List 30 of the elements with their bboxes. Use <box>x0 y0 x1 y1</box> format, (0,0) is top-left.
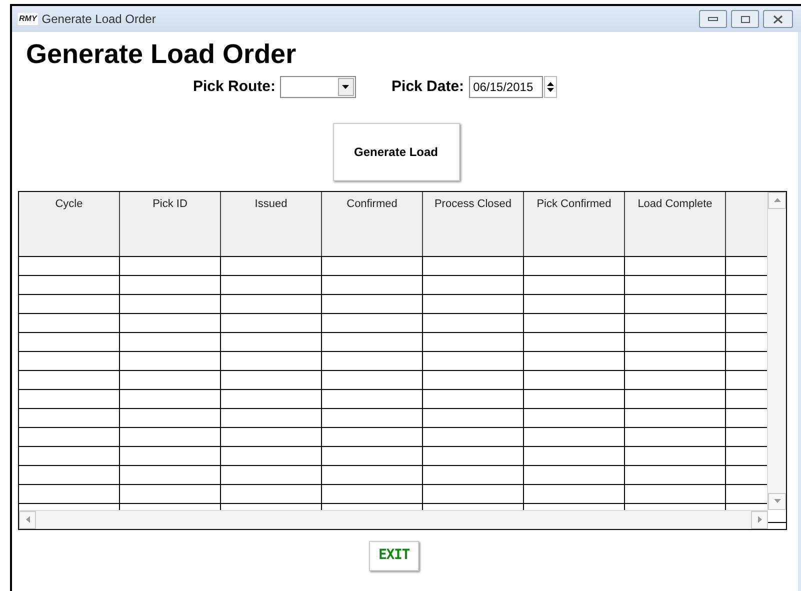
column-header[interactable]: Confirmed <box>322 192 423 256</box>
vertical-scrollbar[interactable] <box>767 192 786 510</box>
date-spinner[interactable] <box>544 76 558 98</box>
down-arrow-icon <box>547 88 554 92</box>
close-icon <box>773 14 783 24</box>
column-header[interactable]: Issued <box>221 192 322 256</box>
column-header[interactable]: Pick ID <box>120 192 221 256</box>
pick-date-field[interactable]: 06/15/2015 <box>469 76 544 98</box>
pick-route-label: Pick Route: <box>193 77 276 97</box>
exit-button[interactable]: EXIT <box>369 540 419 570</box>
column-header[interactable]: Process Closed <box>423 192 524 256</box>
scroll-left-icon <box>26 516 30 523</box>
horizontal-scrollbar[interactable] <box>19 510 768 528</box>
up-arrow-icon <box>547 82 554 86</box>
column-header[interactable]: Cycle <box>19 192 120 256</box>
scroll-right-icon <box>758 516 762 523</box>
scroll-up-icon <box>774 198 780 202</box>
pick-date-label: Pick Date: <box>392 77 464 97</box>
app-logo: RMY <box>18 13 38 25</box>
column-header[interactable]: Load Complete <box>625 192 726 256</box>
minimize-button[interactable] <box>699 10 727 28</box>
generate-load-button[interactable]: Generate Load <box>332 122 460 180</box>
page-heading: Generate Load Order <box>26 38 298 70</box>
window-title: Generate Load Order <box>42 11 156 28</box>
close-button[interactable] <box>763 10 793 28</box>
caret-icon <box>342 85 350 90</box>
column-header[interactable]: Pick Confirmed <box>524 192 625 256</box>
scroll-down-icon <box>774 499 780 503</box>
pick-route-dropdown[interactable] <box>280 76 356 98</box>
maximize-button[interactable] <box>731 10 759 28</box>
